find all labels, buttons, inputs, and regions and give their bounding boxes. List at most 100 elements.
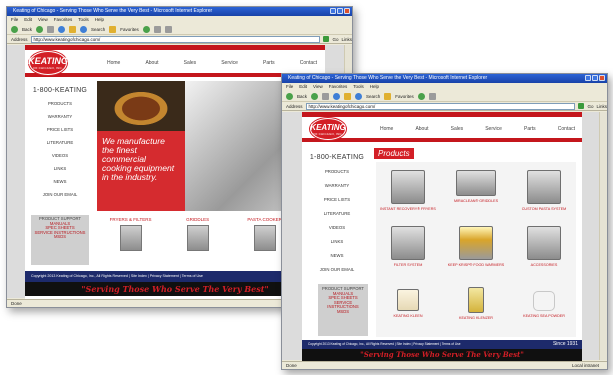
favorites-label[interactable]: Favorites xyxy=(395,94,414,99)
product-card[interactable]: INSTANT RECOVERY® FRYERS xyxy=(376,162,440,218)
sidebar-item-products[interactable]: PRODUCTS xyxy=(25,101,95,106)
search-icon[interactable] xyxy=(80,25,88,33)
sidebar-item-links[interactable]: LINKS xyxy=(25,166,95,171)
favorites-label[interactable]: Favorites xyxy=(120,27,139,32)
product-card[interactable]: KEATING KLENZER xyxy=(444,281,508,337)
home-icon[interactable] xyxy=(344,92,352,100)
footer-links[interactable]: Copyright 2013 Keating of Chicago, Inc.,… xyxy=(308,342,461,346)
menu-favorites[interactable]: Favorites xyxy=(329,83,348,91)
mail-icon[interactable] xyxy=(153,25,161,33)
menu-favorites[interactable]: Favorites xyxy=(54,16,73,24)
history-icon[interactable] xyxy=(142,25,150,33)
favorites-star-icon[interactable] xyxy=(109,25,117,33)
refresh-icon[interactable] xyxy=(58,25,66,33)
go-button[interactable]: Go xyxy=(332,37,338,42)
product-card[interactable]: KEATING SEA POWDER xyxy=(512,281,576,337)
address-field[interactable]: http://www.keatingofchicago.com/ xyxy=(305,102,576,110)
go-arrow-icon[interactable] xyxy=(323,36,330,42)
menu-file[interactable]: File xyxy=(286,83,293,91)
vertical-scrollbar[interactable] xyxy=(599,112,607,360)
search-icon[interactable] xyxy=(355,92,363,100)
nav-home[interactable]: Home xyxy=(380,126,393,132)
history-icon[interactable] xyxy=(417,92,425,100)
menu-help[interactable]: Help xyxy=(95,16,104,24)
menu-file[interactable]: File xyxy=(11,16,18,24)
nav-about[interactable]: About xyxy=(145,60,158,66)
keating-logo[interactable]: KEATING OF CHICAGO, INC. xyxy=(28,51,68,75)
sidebar-item-news[interactable]: NEWS xyxy=(302,253,372,258)
sidebar-item-join-email[interactable]: JOIN OUR EMAIL xyxy=(25,192,95,197)
category-griddles[interactable]: GRIDDLES xyxy=(164,215,231,267)
product-card[interactable]: KEATING KLEEN xyxy=(376,281,440,337)
keating-logo[interactable]: KEATING OF CHICAGO, INC. xyxy=(310,118,346,140)
nav-parts[interactable]: Parts xyxy=(524,126,536,132)
stop-icon[interactable] xyxy=(322,92,330,100)
refresh-icon[interactable] xyxy=(333,92,341,100)
sidebar-item-join-email[interactable]: JOIN OUR EMAIL xyxy=(302,267,372,272)
address-field[interactable]: http://www.keatingofchicago.com/ xyxy=(30,35,321,43)
back-arrow-icon[interactable] xyxy=(286,92,293,100)
forward-arrow-icon[interactable] xyxy=(311,92,319,100)
favorites-star-icon[interactable] xyxy=(384,92,392,100)
minimize-button[interactable] xyxy=(585,75,591,81)
sidebar-item-videos[interactable]: VIDEOS xyxy=(25,153,95,158)
product-card[interactable]: KEEP KRISP® FOOD WARMERS xyxy=(444,222,508,278)
sidebar-item-links[interactable]: LINKS xyxy=(302,239,372,244)
nav-service[interactable]: Service xyxy=(221,60,238,66)
back-arrow-icon[interactable] xyxy=(11,25,18,33)
sidebar-item-warranty[interactable]: WARRANTY xyxy=(302,183,372,188)
nav-sales[interactable]: Sales xyxy=(451,126,464,132)
close-button[interactable] xyxy=(599,75,605,81)
nav-home[interactable]: Home xyxy=(107,60,120,66)
menu-edit[interactable]: Edit xyxy=(299,83,307,91)
links-button[interactable]: Links xyxy=(596,104,607,109)
search-label[interactable]: Search xyxy=(91,27,105,32)
maximize-button[interactable] xyxy=(592,75,598,81)
mail-icon[interactable] xyxy=(428,92,436,100)
maximize-button[interactable] xyxy=(337,8,343,14)
stop-icon[interactable] xyxy=(47,25,55,33)
sidebar-item-literature[interactable]: LITERATURE xyxy=(302,211,372,216)
go-button[interactable]: Go xyxy=(587,104,593,109)
back-label[interactable]: Back xyxy=(22,27,32,32)
footer-links[interactable]: Copyright 2013 Keating of Chicago, Inc.,… xyxy=(31,274,203,278)
left-sidebar: 1-800-KEATING PRODUCTS WARRANTY PRICE LI… xyxy=(302,146,372,276)
sidebar-item-literature[interactable]: LITERATURE xyxy=(25,140,95,145)
minimize-button[interactable] xyxy=(330,8,336,14)
sidebar-item-price-lists[interactable]: PRICE LISTS xyxy=(25,127,95,132)
window-titlebar[interactable]: Keating of Chicago - Serving Those Who S… xyxy=(282,74,607,83)
links-button[interactable]: Links xyxy=(341,37,352,42)
support-msds[interactable]: MSDS xyxy=(31,235,89,240)
sidebar-item-warranty[interactable]: WARRANTY xyxy=(25,114,95,119)
menu-edit[interactable]: Edit xyxy=(24,16,32,24)
home-icon[interactable] xyxy=(69,25,77,33)
product-card[interactable]: ACCESSORIES xyxy=(512,222,576,278)
nav-parts[interactable]: Parts xyxy=(263,60,275,66)
close-button[interactable] xyxy=(344,8,350,14)
menu-tools[interactable]: Tools xyxy=(78,16,89,24)
product-card[interactable]: CUSTOM PASTA SYSTEM xyxy=(512,162,576,218)
nav-contact[interactable]: Contact xyxy=(300,60,317,66)
forward-arrow-icon[interactable] xyxy=(36,25,44,33)
sidebar-item-news[interactable]: NEWS xyxy=(25,179,95,184)
product-card[interactable]: MIRACLEAN® GRIDDLES xyxy=(444,162,508,218)
go-arrow-icon[interactable] xyxy=(578,103,585,109)
menu-help[interactable]: Help xyxy=(370,83,379,91)
nav-contact[interactable]: Contact xyxy=(558,126,575,132)
menu-view[interactable]: View xyxy=(38,16,48,24)
support-msds[interactable]: MSDS xyxy=(318,309,368,315)
category-fryers[interactable]: FRYERS & FILTERS xyxy=(97,215,164,267)
nav-sales[interactable]: Sales xyxy=(184,60,197,66)
sidebar-item-videos[interactable]: VIDEOS xyxy=(302,225,372,230)
product-card[interactable]: FILTER SYSTEM xyxy=(376,222,440,278)
sidebar-item-price-lists[interactable]: PRICE LISTS xyxy=(302,197,372,202)
back-label[interactable]: Back xyxy=(297,94,307,99)
menu-view[interactable]: View xyxy=(313,83,323,91)
window-titlebar[interactable]: Keating of Chicago - Serving Those Who S… xyxy=(7,7,352,16)
sidebar-item-products[interactable]: PRODUCTS xyxy=(302,169,372,174)
print-icon[interactable] xyxy=(164,25,172,33)
nav-about[interactable]: About xyxy=(415,126,428,132)
nav-service[interactable]: Service xyxy=(485,126,502,132)
menu-tools[interactable]: Tools xyxy=(353,83,364,91)
search-label[interactable]: Search xyxy=(366,94,380,99)
